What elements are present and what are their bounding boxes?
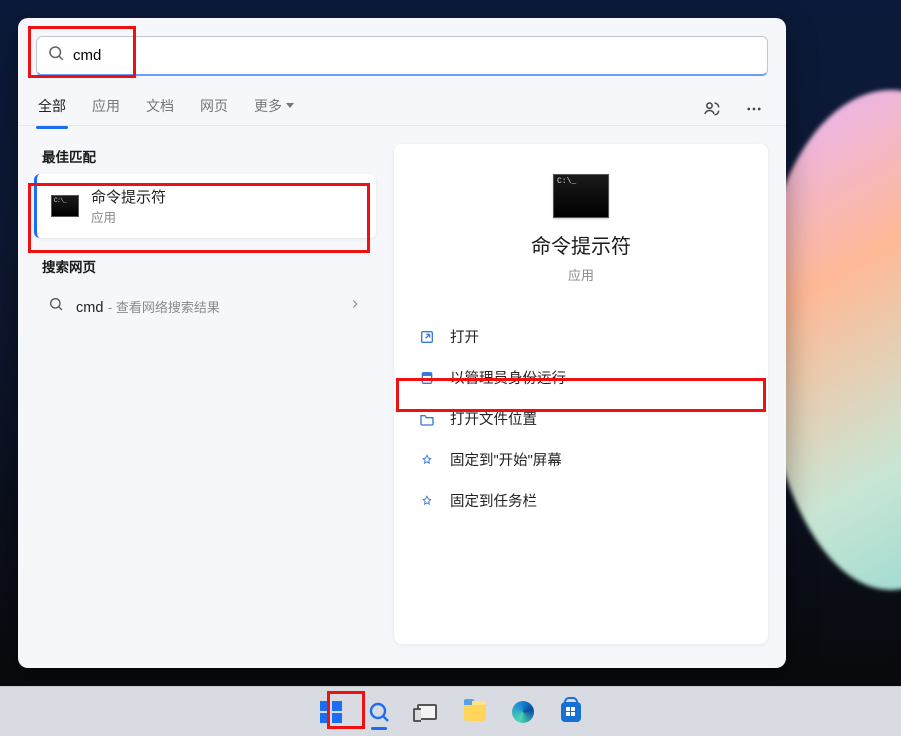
detail-subtitle: 应用	[568, 265, 594, 284]
windows-logo-icon	[320, 701, 342, 723]
action-open[interactable]: 打开	[412, 316, 750, 357]
cmd-icon	[553, 174, 609, 218]
detail-card: 命令提示符 应用 打开 以管理员身份运行	[394, 144, 768, 644]
action-open-file-location-label: 打开文件位置	[450, 408, 537, 429]
taskbar-start-button[interactable]	[311, 692, 351, 732]
taskbar-search-button[interactable]	[359, 692, 399, 732]
action-run-as-admin-label: 以管理员身份运行	[450, 367, 566, 388]
best-match-title: 命令提示符	[91, 186, 166, 207]
results-column: 最佳匹配 命令提示符 应用 搜索网页 cmd - 查看网络搜索结果	[18, 126, 380, 668]
task-view-icon	[417, 704, 437, 720]
more-options-icon[interactable]	[740, 95, 768, 123]
tab-more[interactable]: 更多	[252, 90, 296, 128]
tab-web[interactable]: 网页	[198, 90, 230, 128]
pin-icon	[418, 492, 436, 510]
detail-title: 命令提示符	[531, 230, 631, 259]
taskbar-file-explorer-button[interactable]	[455, 692, 495, 732]
edge-icon	[512, 701, 534, 723]
action-open-label: 打开	[450, 326, 479, 347]
tab-apps[interactable]: 应用	[90, 90, 122, 128]
tab-all[interactable]: 全部	[36, 90, 68, 128]
web-search-result[interactable]: cmd - 查看网络搜索结果	[30, 284, 380, 329]
best-match-result[interactable]: 命令提示符 应用	[34, 174, 376, 238]
search-input[interactable]	[65, 47, 757, 64]
folder-icon	[418, 410, 436, 428]
cmd-icon	[51, 195, 79, 217]
taskbar-edge-button[interactable]	[503, 692, 543, 732]
action-pin-to-start-label: 固定到"开始"屏幕	[450, 449, 562, 470]
best-match-card: 命令提示符 应用	[34, 174, 376, 238]
taskbar-store-button[interactable]	[551, 692, 591, 732]
chevron-down-icon	[286, 103, 294, 108]
detail-column: 命令提示符 应用 打开 以管理员身份运行	[380, 126, 786, 668]
taskbar-taskview-button[interactable]	[407, 692, 447, 732]
action-pin-to-taskbar-label: 固定到任务栏	[450, 490, 537, 511]
open-icon	[418, 328, 436, 346]
action-run-as-admin[interactable]: 以管理员身份运行	[412, 357, 750, 398]
web-term: cmd	[76, 300, 103, 316]
action-pin-to-taskbar[interactable]: 固定到任务栏	[412, 480, 750, 521]
search-box[interactable]	[36, 36, 768, 76]
detail-actions: 打开 以管理员身份运行 打开文件位置	[412, 316, 750, 521]
search-icon	[48, 296, 64, 317]
search-icon	[367, 700, 391, 724]
best-match-subtitle: 应用	[91, 207, 166, 226]
web-hint: - 查看网络搜索结果	[108, 300, 220, 315]
pin-icon	[418, 451, 436, 469]
account-sync-icon[interactable]	[698, 95, 726, 123]
action-open-file-location[interactable]: 打开文件位置	[412, 398, 750, 439]
best-match-heading: 最佳匹配	[30, 138, 380, 174]
tab-docs[interactable]: 文档	[144, 90, 176, 128]
file-explorer-icon	[464, 703, 486, 721]
shield-admin-icon	[418, 369, 436, 387]
chevron-right-icon	[348, 297, 362, 316]
action-pin-to-start[interactable]: 固定到"开始"屏幕	[412, 439, 750, 480]
taskbar	[0, 686, 901, 736]
search-web-heading: 搜索网页	[30, 248, 380, 284]
tab-more-label: 更多	[254, 96, 282, 116]
search-icon	[47, 44, 65, 67]
search-tabs: 全部 应用 文档 网页 更多	[18, 82, 786, 126]
start-search-panel: 全部 应用 文档 网页 更多 最佳匹配	[18, 18, 786, 668]
ms-store-icon	[561, 702, 581, 722]
